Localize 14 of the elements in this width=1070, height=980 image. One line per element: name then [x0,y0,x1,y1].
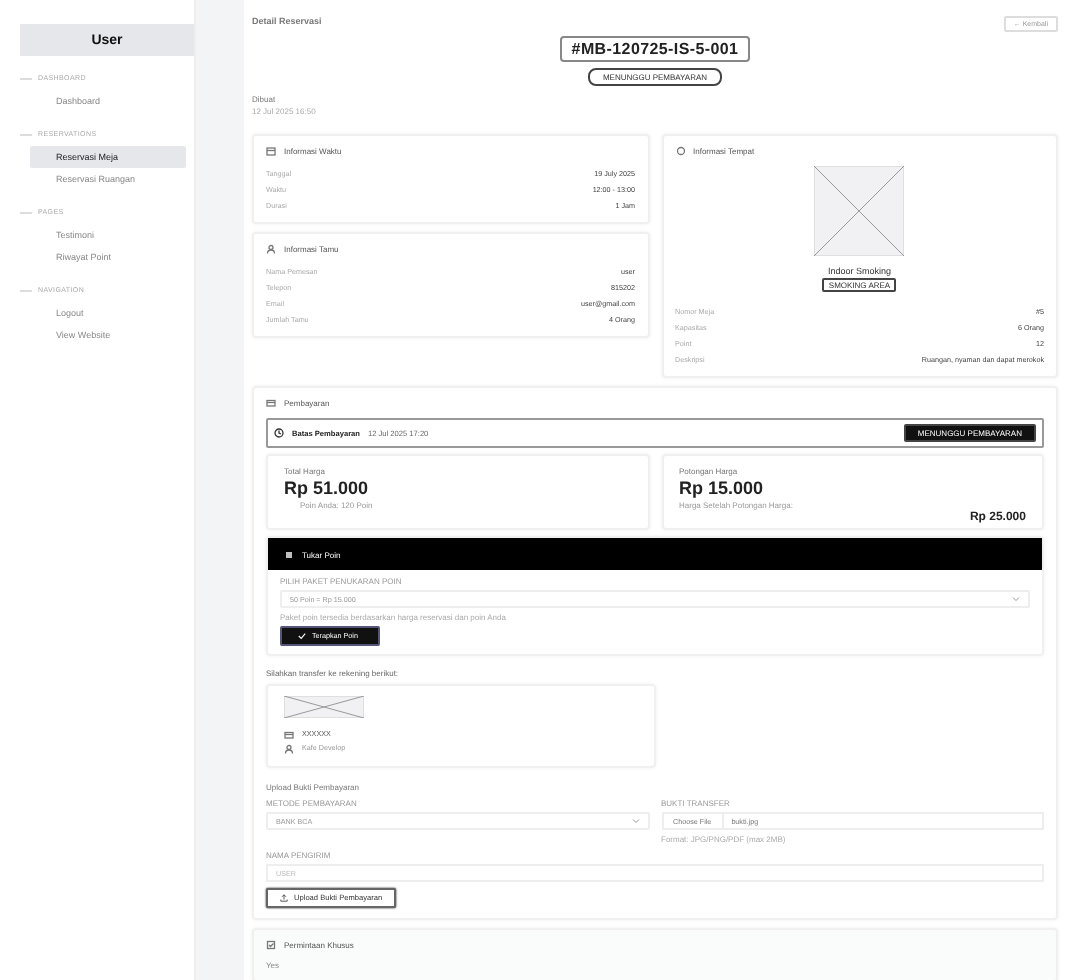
card-icon [284,730,294,740]
calendar-icon [266,146,276,156]
upload-icon [280,894,288,902]
chevron-icon [631,818,639,824]
check-icon [298,632,306,640]
card-icon [266,398,276,408]
clock-icon [274,428,284,438]
user-icon [266,244,276,254]
user-icon [284,744,294,754]
total-price: Rp 51.000 [284,478,371,498]
discount-price: Rp 15.000 [679,478,766,498]
note-icon [266,940,276,950]
reservation-code: #MB-120725-IS-5-001 [559,36,751,62]
chevron-icon [1012,596,1020,602]
